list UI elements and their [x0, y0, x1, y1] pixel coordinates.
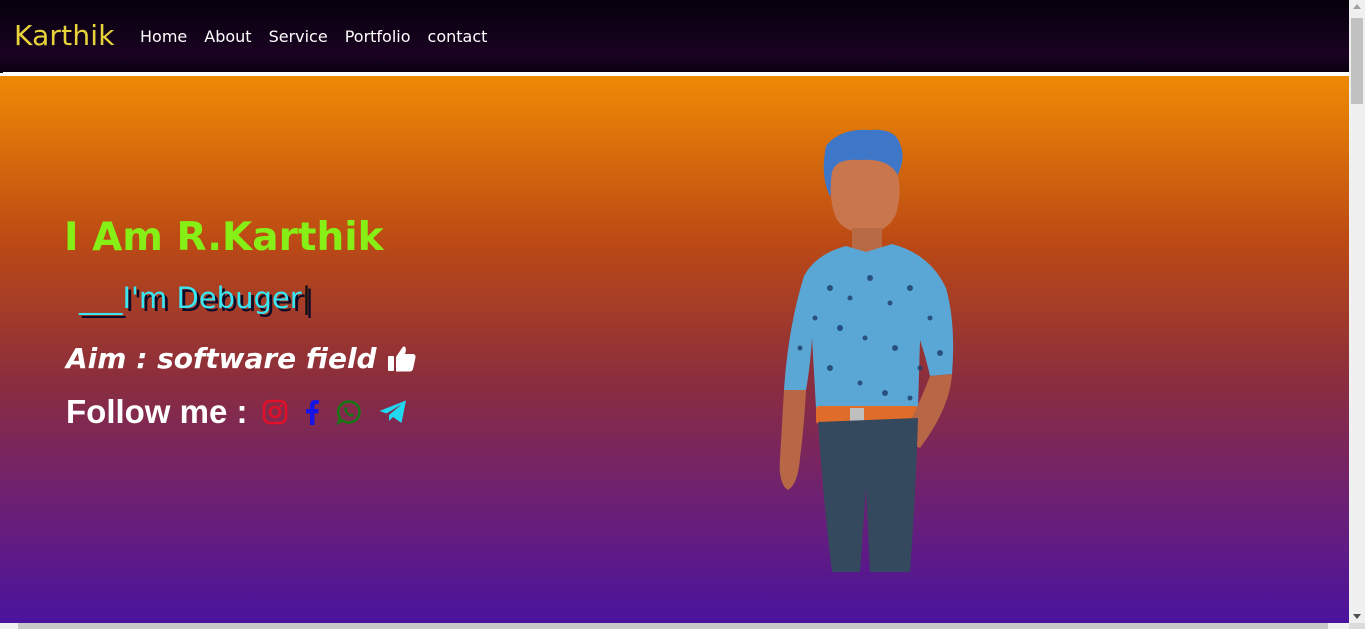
nav-item-service[interactable]: Service	[269, 27, 328, 46]
facebook-icon[interactable]	[304, 399, 320, 425]
hero-section: I Am R.Karthik ___I'm Debuger| Aim : sof…	[0, 76, 1349, 623]
typed-role: I'm Debuger	[122, 281, 302, 315]
scrollbar-corner	[1349, 623, 1365, 629]
nav-item-portfolio[interactable]: Portfolio	[345, 27, 411, 46]
vertical-scroll-thumb[interactable]	[1351, 18, 1363, 104]
profile-photo	[779, 129, 954, 572]
hero-title: I Am R.Karthik	[64, 215, 384, 260]
horizontal-scrollbar[interactable]	[0, 623, 1349, 629]
aim-text: Aim : software field	[66, 342, 377, 375]
typed-prefix: ___	[79, 281, 123, 315]
navbar: Karthik Home About Service Portfolio con…	[0, 0, 1349, 73]
whatsapp-icon[interactable]	[335, 399, 362, 425]
instagram-icon[interactable]	[262, 399, 288, 425]
follow-line: Follow me :	[66, 393, 408, 431]
social-links	[262, 399, 408, 425]
scroll-down-arrow-icon[interactable]	[1353, 614, 1361, 619]
horizontal-scroll-thumb[interactable]	[18, 623, 1328, 629]
typed-text: ___I'm Debuger|	[79, 281, 311, 315]
follow-label: Follow me :	[66, 393, 248, 430]
scroll-up-arrow-icon[interactable]	[1353, 4, 1361, 9]
aim-line: Aim : software field	[66, 342, 417, 375]
nav-menu: Home About Service Portfolio contact	[140, 27, 504, 46]
typing-caret: |	[301, 281, 312, 315]
nav-item-home[interactable]: Home	[140, 27, 187, 46]
thumbs-up-icon	[387, 345, 417, 373]
nav-item-contact[interactable]: contact	[428, 27, 488, 46]
brand-logo[interactable]: Karthik	[14, 19, 115, 52]
telegram-icon[interactable]	[378, 399, 408, 425]
nav-item-about[interactable]: About	[204, 27, 251, 46]
vertical-scrollbar[interactable]	[1349, 0, 1365, 623]
